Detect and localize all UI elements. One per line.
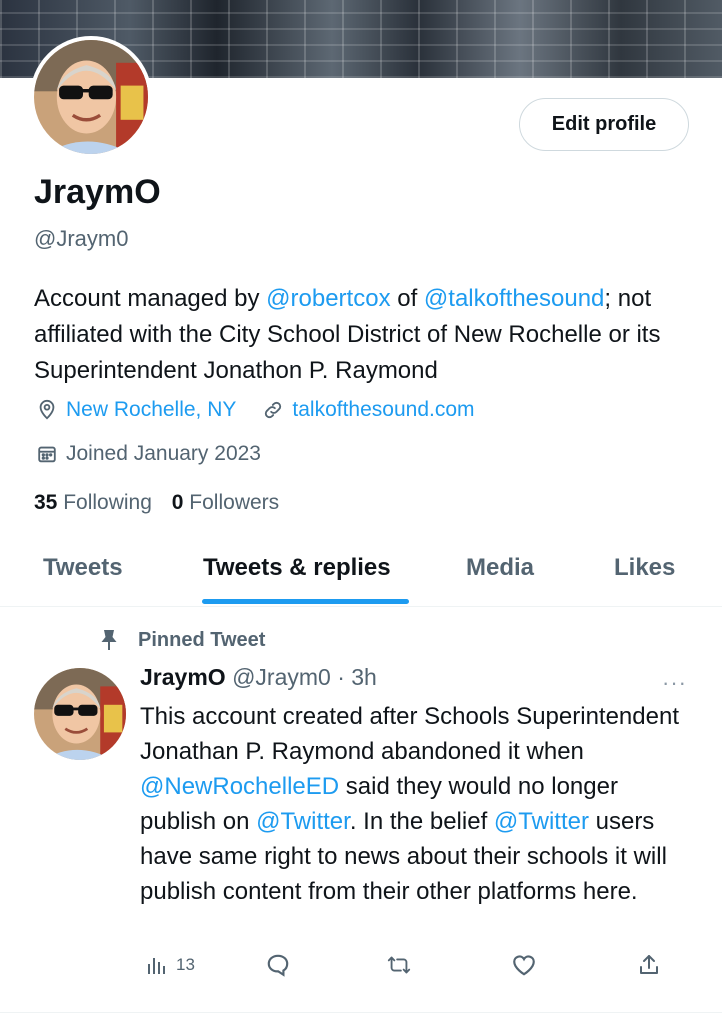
tweet-text-part: . In the belief (349, 808, 494, 835)
mention-twitter-link[interactable]: @Twitter (256, 808, 350, 835)
calendar-icon (34, 441, 60, 467)
avatar-photo (34, 668, 126, 760)
mention-talkofthesound-link[interactable]: @talkofthesound (424, 285, 604, 312)
followers-count: 0 (171, 491, 184, 514)
views-button[interactable]: 13 (144, 952, 195, 978)
divider (0, 1012, 722, 1013)
tweet-text: This account created after Schools Super… (140, 699, 700, 909)
pinned-tweet-label: Pinned Tweet (96, 627, 265, 653)
retweet-icon (386, 952, 412, 978)
profile-name: JraymO (34, 173, 161, 211)
views-chart-icon (144, 952, 170, 978)
mention-newrochelleed-link[interactable]: @NewRochelleED (140, 773, 339, 800)
follow-counts: 35 Following 0 Followers (34, 491, 279, 515)
bio-text: Account managed by (34, 285, 267, 312)
tab-tweets-replies[interactable]: Tweets & replies (203, 554, 391, 582)
edit-profile-button[interactable]: Edit profile (519, 98, 689, 151)
website-link[interactable]: talkofthesound.com (292, 398, 474, 422)
tweet-actions: 13 (140, 952, 670, 988)
heart-icon (511, 952, 537, 978)
location-text[interactable]: New Rochelle, NY (66, 398, 236, 422)
tweet-header: JraymO @Jraym0 · 3h (140, 664, 377, 691)
avatar-photo (34, 40, 148, 154)
pinned-text: Pinned Tweet (138, 628, 266, 651)
profile-bio: Account managed by @robertcox of @talkof… (34, 281, 694, 389)
tweet-text-part: This account created after Schools Super… (140, 703, 679, 765)
tweet-handle-time[interactable]: @Jraym0 · 3h (232, 664, 377, 690)
link-icon (260, 397, 286, 423)
active-tab-indicator (202, 599, 409, 604)
following-link[interactable]: 35 Following (34, 491, 152, 514)
following-count: 35 (34, 491, 58, 514)
share-button[interactable] (636, 952, 668, 978)
tab-likes[interactable]: Likes (614, 554, 675, 582)
mention-twitter-link[interactable]: @Twitter (494, 808, 589, 835)
tweet-avatar[interactable] (34, 668, 126, 760)
more-options-icon[interactable]: ··· (662, 670, 687, 696)
profile-handle: @Jraym0 (34, 226, 129, 251)
mention-robertcox-link[interactable]: @robertcox (266, 285, 390, 312)
location-pin-icon (34, 397, 60, 423)
following-label: Following (63, 491, 152, 514)
followers-label: Followers (189, 491, 280, 514)
profile-avatar[interactable] (30, 36, 152, 158)
joined-row: Joined January 2023 (34, 441, 261, 467)
followers-link[interactable]: 0 Followers (172, 491, 279, 514)
joined-text: Joined January 2023 (66, 442, 261, 465)
retweet-button[interactable] (386, 952, 418, 978)
profile-meta-row: New Rochelle, NY talkofthesound.com (34, 397, 475, 423)
share-icon (636, 952, 662, 978)
reply-icon (265, 952, 291, 978)
tweet-author-name[interactable]: JraymO (140, 664, 226, 690)
tab-tweets[interactable]: Tweets (43, 554, 123, 582)
tab-media[interactable]: Media (466, 554, 534, 582)
like-button[interactable] (511, 952, 543, 978)
reply-button[interactable] (265, 952, 297, 978)
views-count: 13 (176, 955, 195, 974)
pin-icon (96, 627, 122, 653)
bio-text: of (390, 285, 424, 312)
